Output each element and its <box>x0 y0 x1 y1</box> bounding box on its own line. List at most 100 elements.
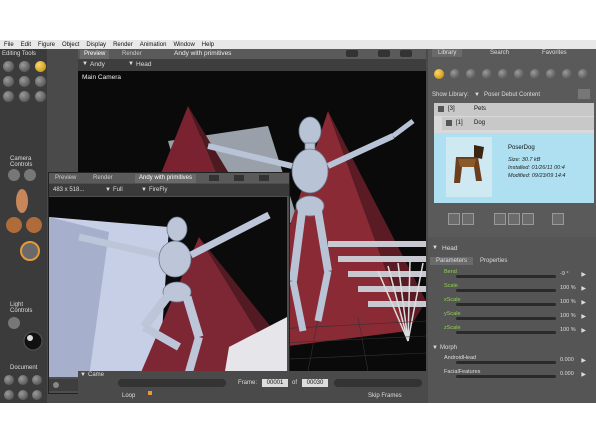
param-dial[interactable] <box>456 361 556 364</box>
tab-parameters[interactable]: Parameters <box>430 257 474 265</box>
menu-figure[interactable]: Figure <box>38 42 55 48</box>
figures-category-icon[interactable] <box>434 69 444 79</box>
timeline-marker-icon[interactable] <box>148 391 152 395</box>
tab-favorites[interactable]: Favorites <box>536 49 573 57</box>
param-xscale[interactable]: xScale 100 % ▶ <box>444 297 594 308</box>
doc-style-icon[interactable] <box>18 375 28 385</box>
param-menu-arrow-icon[interactable]: ▶ <box>581 285 586 292</box>
menu-window[interactable]: Window <box>173 42 194 48</box>
expressions-category-icon[interactable] <box>466 69 476 79</box>
param-menu-arrow-icon[interactable]: ▶ <box>581 313 586 320</box>
materials-category-icon[interactable] <box>562 69 572 79</box>
camera-expand-arrow-icon[interactable]: ▼ <box>80 372 86 378</box>
scale-tool-icon[interactable] <box>3 76 14 87</box>
scenes-category-icon[interactable] <box>578 69 588 79</box>
menu-object[interactable]: Object <box>62 42 79 48</box>
tab-render[interactable]: Render <box>89 174 117 183</box>
menu-render[interactable]: Render <box>113 42 133 48</box>
tab-library[interactable]: Library <box>432 49 463 57</box>
color-tool-icon[interactable] <box>3 91 14 102</box>
add-to-library-icon[interactable] <box>508 213 520 225</box>
grouping-tool-icon[interactable] <box>19 91 30 102</box>
zoom-out-icon[interactable] <box>53 382 59 388</box>
menu-help[interactable]: Help <box>202 42 214 48</box>
param-menu-arrow-icon[interactable]: ▶ <box>581 371 586 378</box>
renderer-select[interactable]: FireFly <box>149 187 167 193</box>
param-yscale[interactable]: yScale 100 % ▶ <box>444 311 594 322</box>
tab-search[interactable]: Search <box>484 49 515 57</box>
camera-controls-widget[interactable] <box>0 163 47 263</box>
options-icon[interactable] <box>259 175 269 181</box>
render-icon[interactable] <box>234 175 244 181</box>
tab-preview[interactable]: Preview <box>80 50 110 59</box>
param-dial[interactable] <box>456 317 556 320</box>
part-select[interactable]: Head <box>136 61 152 68</box>
tab-properties[interactable]: Properties <box>474 257 513 265</box>
library-add-icon[interactable] <box>578 89 590 99</box>
remove-from-library-icon[interactable] <box>522 213 534 225</box>
param-dial[interactable] <box>456 289 556 292</box>
transport-controls[interactable] <box>118 379 226 387</box>
folder-row-dog[interactable]: [1] Dog <box>442 117 594 130</box>
doc-style-icon[interactable] <box>4 375 14 385</box>
render-settings-icon[interactable] <box>209 175 219 181</box>
lights-category-icon[interactable] <box>530 69 540 79</box>
hair-category-icon[interactable] <box>482 69 492 79</box>
morph-collapse-arrow-icon[interactable]: ▼ <box>432 345 438 351</box>
param-dial[interactable] <box>456 303 556 306</box>
translate-tool-icon[interactable] <box>35 61 46 72</box>
options-icon[interactable] <box>400 50 412 57</box>
display-select[interactable]: Full <box>113 187 123 193</box>
param-menu-arrow-icon[interactable]: ▶ <box>581 271 586 278</box>
props-category-icon[interactable] <box>514 69 524 79</box>
camera-icon[interactable] <box>378 50 390 57</box>
render-preview-image[interactable] <box>49 197 287 377</box>
twist-tool-icon[interactable] <box>19 61 30 72</box>
current-frame-field[interactable]: 00001 <box>262 379 288 387</box>
rotate-tool-icon[interactable] <box>3 61 14 72</box>
library-options-icon[interactable] <box>552 213 564 225</box>
param-dial[interactable] <box>456 331 556 334</box>
render-settings-icon[interactable] <box>346 50 358 57</box>
apply-check-icon[interactable] <box>448 213 460 225</box>
keyframe-controls[interactable] <box>334 379 422 387</box>
light-controls-widget[interactable] <box>0 311 47 351</box>
param-zscale[interactable]: zScale 100 % ▶ <box>444 325 594 336</box>
tab-render[interactable]: Render <box>118 50 146 59</box>
menu-file[interactable]: File <box>4 42 14 48</box>
skip-frames-label[interactable]: Skip Frames <box>368 393 402 399</box>
param-scale[interactable]: Scale 100 % ▶ <box>444 283 594 294</box>
param-bend[interactable]: Bend -9 ° ▶ <box>444 269 594 280</box>
loop-label[interactable]: Loop <box>122 393 135 399</box>
doc-style-icon[interactable] <box>32 390 42 400</box>
menu-animation[interactable]: Animation <box>140 42 167 48</box>
menu-display[interactable]: Display <box>86 42 106 48</box>
tab-preview[interactable]: Preview <box>51 174 80 183</box>
morph-facialfeatures[interactable]: FacialFeatures 0.000 ▶ <box>444 369 594 380</box>
menu-edit[interactable]: Edit <box>21 42 31 48</box>
library-item-poserdog[interactable]: PoserDog Size: 30.7 kB Installed: 01/26/… <box>434 133 594 203</box>
total-frames-field[interactable]: 00030 <box>302 379 328 387</box>
param-dial[interactable] <box>456 375 556 378</box>
chain-break-tool-icon[interactable] <box>35 76 46 87</box>
figure-select[interactable]: Andy <box>90 61 105 68</box>
apply-double-check-icon[interactable] <box>462 213 474 225</box>
folder-row-pets[interactable]: [3] Pets <box>434 103 594 116</box>
morph-androidhead[interactable]: AndroidHead 0.000 ▶ <box>444 355 594 366</box>
hands-category-icon[interactable] <box>498 69 508 79</box>
poses-category-icon[interactable] <box>450 69 460 79</box>
head-collapse-arrow-icon[interactable]: ▼ <box>432 245 438 251</box>
thumbnail-view-icon[interactable] <box>494 213 506 225</box>
param-dial[interactable] <box>456 275 556 278</box>
doc-style-icon[interactable] <box>32 375 42 385</box>
show-library-select[interactable]: Poser Debut Content <box>484 92 540 98</box>
view-magnifier-icon[interactable] <box>35 91 46 102</box>
subwindow-doc-title[interactable]: Andy with primitives <box>135 174 197 183</box>
param-menu-arrow-icon[interactable]: ▶ <box>581 357 586 364</box>
doc-style-icon[interactable] <box>4 390 14 400</box>
param-menu-arrow-icon[interactable]: ▶ <box>581 299 586 306</box>
taper-tool-icon[interactable] <box>19 76 30 87</box>
param-menu-arrow-icon[interactable]: ▶ <box>581 327 586 334</box>
doc-style-icon[interactable] <box>18 390 28 400</box>
cameras-category-icon[interactable] <box>546 69 556 79</box>
